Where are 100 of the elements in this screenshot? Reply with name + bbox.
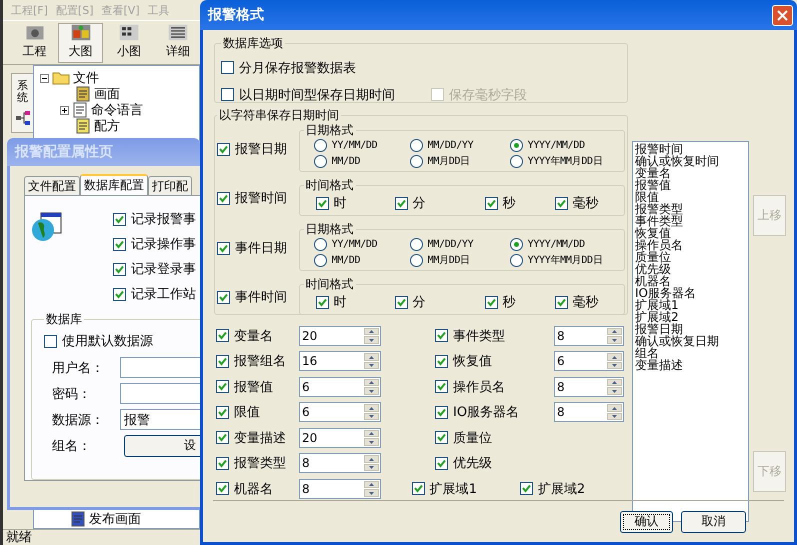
- checkbox[interactable]: [44, 334, 57, 348]
- checkbox-option[interactable]: 记录报警事: [113, 210, 196, 228]
- checkbox[interactable]: [484, 296, 498, 308]
- radio-button[interactable]: [510, 154, 523, 168]
- spin-buttons[interactable]: [363, 454, 380, 472]
- checkbox[interactable]: [435, 406, 448, 419]
- list-item[interactable]: 变量描述: [635, 359, 746, 371]
- text-field[interactable]: [120, 383, 200, 404]
- checkbox[interactable]: [435, 354, 448, 368]
- number-field[interactable]: 20: [299, 428, 381, 448]
- checkbox-option[interactable]: 变量名: [216, 326, 299, 345]
- checkbox-option[interactable]: 报警值: [216, 378, 299, 396]
- radio-button[interactable]: [410, 238, 423, 251]
- checkbox[interactable]: [216, 431, 229, 444]
- spin-buttons[interactable]: [606, 352, 623, 370]
- list-item[interactable]: 变量名: [635, 167, 746, 179]
- checkbox[interactable]: [221, 61, 234, 74]
- list-item[interactable]: 扩展域2: [635, 311, 746, 323]
- checkbox[interactable]: [216, 456, 229, 470]
- checkbox-option[interactable]: 操作员名: [435, 378, 554, 396]
- checkbox[interactable]: [216, 406, 229, 419]
- checkbox[interactable]: [316, 296, 329, 308]
- tree-item[interactable]: 命令语言: [91, 101, 143, 119]
- radio-button[interactable]: [314, 254, 327, 266]
- list-item[interactable]: 机器名: [635, 275, 746, 287]
- checkbox-option[interactable]: 报警组名: [216, 352, 299, 370]
- radio-option[interactable]: MM/DD: [314, 154, 410, 168]
- checkbox-option[interactable]: IO服务器名: [435, 403, 554, 422]
- radio-button[interactable]: [510, 238, 523, 251]
- checkbox-option[interactable]: 报警日期: [217, 140, 287, 158]
- spin-buttons[interactable]: [606, 403, 623, 422]
- checkbox-option[interactable]: 事件类型: [435, 326, 554, 345]
- list-item[interactable]: 操作员名: [635, 239, 746, 251]
- checkbox[interactable]: [316, 196, 329, 210]
- checkbox-option[interactable]: 秒: [484, 194, 555, 212]
- tree-item[interactable]: 配方: [94, 117, 120, 135]
- list-item[interactable]: 扩展域1: [635, 299, 746, 311]
- checkbox[interactable]: [217, 242, 230, 254]
- text-field[interactable]: 报警: [120, 409, 200, 430]
- toolbar-button[interactable]: 工程: [15, 23, 54, 63]
- checkbox-option[interactable]: 秒: [484, 293, 555, 311]
- radio-option[interactable]: YYYY年MM月DD日: [510, 253, 620, 267]
- checkbox-option[interactable]: 事件日期: [217, 239, 287, 257]
- list-item[interactable]: IO服务器名: [635, 287, 746, 299]
- number-field[interactable]: 6: [299, 402, 381, 422]
- list-item[interactable]: 确认或恢复时间: [635, 155, 746, 167]
- list-item[interactable]: 确认或恢复日期: [635, 335, 746, 347]
- checkbox-option[interactable]: 记录登录事: [113, 260, 196, 278]
- tree-item[interactable]: 发布画面: [89, 510, 141, 528]
- checkbox-option[interactable]: 记录工作站: [113, 285, 196, 303]
- radio-option[interactable]: MM/DD/YY: [410, 238, 510, 251]
- list-item[interactable]: 事件类型: [635, 215, 746, 227]
- spin-buttons[interactable]: [363, 326, 380, 345]
- checkbox[interactable]: [113, 288, 126, 300]
- radio-button[interactable]: [510, 139, 523, 152]
- checkbox-option[interactable]: 以日期时间型保存日期时间: [221, 86, 395, 104]
- checkbox-option[interactable]: 分: [394, 293, 485, 311]
- radio-option[interactable]: YYYY/MM/DD: [510, 238, 620, 251]
- toolbar-button[interactable]: 大图: [58, 23, 103, 63]
- toolbar-button[interactable]: 小图: [106, 23, 152, 63]
- checkbox[interactable]: [554, 196, 568, 210]
- checkbox-option[interactable]: 质量位: [435, 428, 492, 447]
- checkbox-option[interactable]: 报警时间: [217, 189, 287, 207]
- spin-buttons[interactable]: [363, 378, 380, 396]
- tab[interactable]: 数据库配置: [80, 174, 148, 195]
- spin-buttons[interactable]: [363, 403, 380, 422]
- checkbox[interactable]: [394, 196, 408, 210]
- number-field[interactable]: 8: [554, 326, 624, 346]
- checkbox-option[interactable]: 扩展域2: [520, 480, 586, 498]
- list-item[interactable]: 组名: [635, 347, 746, 359]
- checkbox-option[interactable]: 时: [316, 293, 395, 311]
- toolbar-button[interactable]: 详细: [155, 23, 200, 63]
- checkbox-option[interactable]: 限值: [216, 403, 299, 422]
- radio-button[interactable]: [410, 254, 423, 266]
- number-field[interactable]: 8: [299, 453, 381, 474]
- checkbox[interactable]: [554, 296, 568, 308]
- cancel-button[interactable]: 取消: [681, 510, 746, 532]
- checkbox-option[interactable]: 分: [394, 194, 485, 212]
- checkbox[interactable]: [520, 482, 533, 496]
- checkbox-option[interactable]: 时: [316, 194, 395, 212]
- checkbox-option[interactable]: 恢复值: [435, 352, 554, 370]
- checkbox[interactable]: [412, 482, 425, 496]
- checkbox-option[interactable]: 变量描述: [216, 428, 299, 447]
- list-item[interactable]: 报警类型: [635, 203, 746, 215]
- checkbox[interactable]: [216, 354, 229, 368]
- radio-option[interactable]: YY/MM/DD: [314, 139, 410, 152]
- checkbox-option[interactable]: 使用默认数据源: [44, 332, 153, 350]
- checkbox[interactable]: [113, 238, 126, 250]
- radio-option[interactable]: YYYY/MM/DD: [510, 139, 620, 152]
- close-button[interactable]: [772, 4, 793, 26]
- checkbox-option[interactable]: 扩展域1: [412, 480, 477, 498]
- number-field[interactable]: 8: [554, 376, 624, 397]
- radio-option[interactable]: MM月DD日: [410, 154, 510, 168]
- list-item[interactable]: 报警日期: [635, 323, 746, 335]
- checkbox[interactable]: [216, 380, 229, 394]
- radio-option[interactable]: YYYY年MM月DD日: [510, 154, 620, 168]
- checkbox-option[interactable]: 事件时间: [217, 288, 287, 306]
- radio-option[interactable]: MM/DD/YY: [410, 139, 510, 152]
- radio-option[interactable]: YY/MM/DD: [314, 238, 410, 251]
- checkbox[interactable]: [435, 431, 448, 444]
